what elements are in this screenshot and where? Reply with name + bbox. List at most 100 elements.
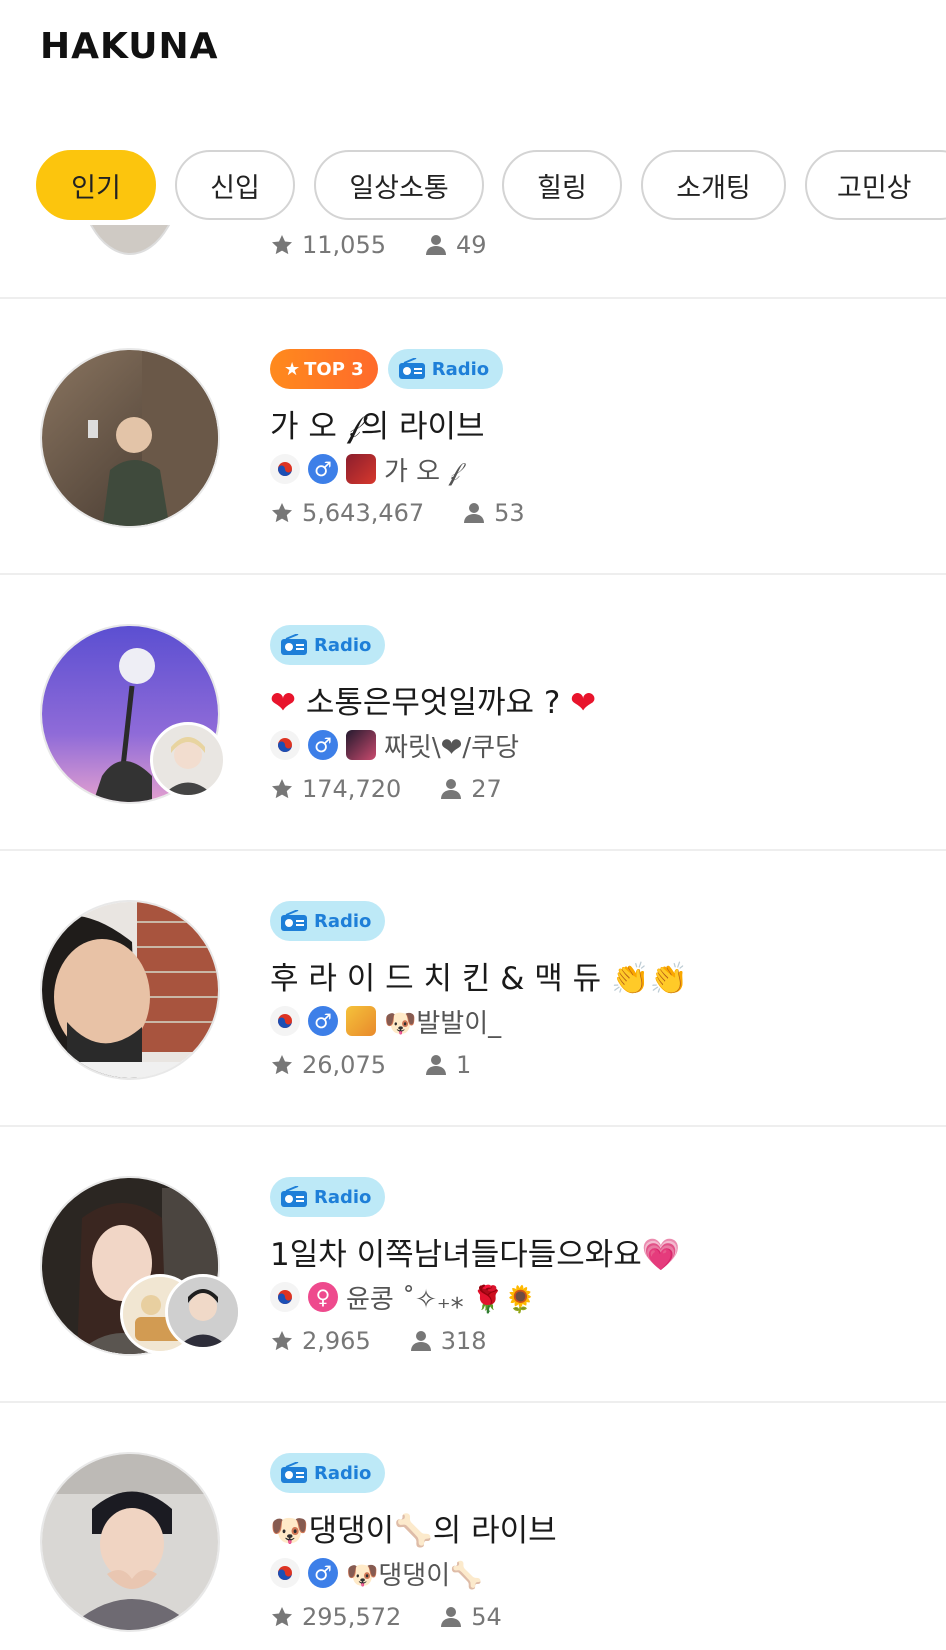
host-row: ♂ 짜릿\❤/쿠당 [270, 727, 519, 763]
level-badge-icon [346, 1006, 376, 1036]
app-root: HAKUNA 인기 신입 일상소통 힐링 소개팅 고민상 11,055 49 ★… [0, 0, 946, 1650]
radio-badge: Radio [270, 1177, 386, 1217]
stats-row: 295,572 54 [270, 1603, 502, 1631]
star-count: 2,965 [302, 1327, 371, 1355]
app-logo[interactable]: HAKUNA [40, 26, 218, 67]
male-icon: ♂ [308, 454, 338, 484]
person-icon [441, 779, 462, 799]
avatar [40, 1452, 220, 1632]
guest-avatar [150, 722, 226, 798]
broadcast-title: 1일차 이쪽남녀들다들으와요💗 [270, 1237, 681, 1273]
list-item[interactable]: Radio 1일차 이쪽남녀들다들으와요💗 ♀ 윤콩 ˚✧₊⁎ 🌹🌻 2,965… [0, 1129, 946, 1403]
male-icon: ♂ [308, 1558, 338, 1588]
heart-icon: ❤ [270, 685, 296, 721]
badges: Radio [270, 1177, 386, 1217]
person-icon [464, 503, 485, 523]
guest-avatar [165, 1274, 241, 1350]
radio-icon [281, 1462, 307, 1483]
host-name: 짜릿\❤/쿠당 [384, 732, 519, 763]
live-list: 11,055 49 ★ TOP 3 Radio 가 오 𝒻의 라이브 ♂ 가 오… [0, 225, 946, 1650]
female-icon: ♀ [308, 1282, 338, 1312]
viewer-count: 53 [494, 499, 525, 527]
broadcast-title: 🐶댕댕이🦴의 라이브 [270, 1513, 557, 1549]
viewer-count: 318 [440, 1327, 487, 1355]
host-name: 윤콩 ˚✧₊⁎ 🌹🌻 [346, 1284, 537, 1315]
star-icon [272, 1607, 292, 1627]
stats-row: 5,643,467 53 [270, 499, 525, 527]
star-count: 5,643,467 [302, 499, 425, 527]
host-row: ♂ 🐶발발이_ [270, 1003, 501, 1039]
radio-badge: Radio [270, 901, 386, 941]
category-tabs: 인기 신입 일상소통 힐링 소개팅 고민상 [0, 150, 946, 222]
korea-flag-icon [270, 1006, 300, 1036]
host-row: ♂ 가 오 𝒻 [270, 451, 460, 487]
avatar [40, 900, 220, 1080]
avatar [75, 225, 185, 255]
korea-flag-icon [270, 1282, 300, 1312]
star-count: 26,075 [302, 1051, 386, 1079]
radio-badge: Radio [387, 349, 504, 389]
radio-badge: Radio [270, 1453, 386, 1493]
star-count: 295,572 [302, 1603, 402, 1631]
list-item[interactable]: Radio ❤ 소통은무엇일까요 ? ❤ ♂ 짜릿\❤/쿠당 174,720 2… [0, 577, 946, 851]
person-icon [425, 1055, 446, 1075]
app-header: HAKUNA [0, 0, 946, 125]
tab-new[interactable]: 신입 [175, 150, 295, 220]
list-item[interactable]: 11,055 49 [0, 225, 946, 299]
host-name: 가 오 𝒻 [384, 456, 460, 487]
stats-row: 26,075 1 [270, 1051, 471, 1079]
host-row: ♀ 윤콩 ˚✧₊⁎ 🌹🌻 [270, 1279, 537, 1315]
badges: Radio [270, 901, 386, 941]
level-badge-icon [346, 730, 376, 760]
tab-worry[interactable]: 고민상 [805, 150, 946, 220]
viewer-count: 49 [455, 231, 487, 259]
host-name: 🐶댕댕이🦴 [346, 1560, 483, 1591]
tab-healing[interactable]: 힐링 [502, 150, 622, 220]
badges: Radio [270, 1453, 386, 1493]
host-row: ♂ 🐶댕댕이🦴 [270, 1555, 483, 1591]
broadcast-title: ❤ 소통은무엇일까요 ? ❤ [270, 685, 597, 721]
star-icon: ★ [284, 358, 301, 380]
star-icon [272, 779, 292, 799]
viewer-count: 1 [455, 1051, 472, 1079]
viewer-count: 27 [471, 775, 502, 803]
badges: ★ TOP 3 Radio [270, 349, 504, 389]
avatar [40, 348, 220, 528]
radio-badge: Radio [270, 625, 386, 665]
viewer-count: 54 [471, 1603, 502, 1631]
tab-daily-talk[interactable]: 일상소통 [314, 150, 484, 220]
person-icon [410, 1331, 431, 1351]
radio-icon [398, 358, 425, 379]
level-badge-icon [346, 454, 376, 484]
radio-icon [281, 634, 307, 655]
star-icon [272, 1055, 292, 1075]
star-count: 11,055 [302, 231, 386, 259]
tab-popular[interactable]: 인기 [36, 150, 156, 220]
korea-flag-icon [270, 730, 300, 760]
top-badge: ★ TOP 3 [270, 349, 378, 389]
korea-flag-icon [270, 1558, 300, 1588]
star-icon [272, 1331, 292, 1351]
list-item[interactable]: Radio 🐶댕댕이🦴의 라이브 ♂ 🐶댕댕이🦴 295,572 54 [0, 1405, 946, 1650]
star-count: 174,720 [302, 775, 402, 803]
stats-row: 174,720 27 [270, 775, 502, 803]
star-icon [272, 235, 292, 255]
heart-icon: ❤ [570, 685, 597, 721]
stats-row: 11,055 49 [270, 231, 487, 259]
broadcast-title: 후 라 이 드 치 킨 & 맥 듀 👏👏 [270, 961, 689, 997]
radio-icon [281, 1186, 307, 1207]
radio-icon [281, 910, 307, 931]
male-icon: ♂ [308, 1006, 338, 1036]
host-name: 🐶발발이_ [384, 1008, 502, 1039]
person-icon [425, 235, 446, 255]
star-icon [272, 503, 292, 523]
stats-row: 2,965 318 [270, 1327, 487, 1355]
korea-flag-icon [270, 454, 300, 484]
list-item[interactable]: ★ TOP 3 Radio 가 오 𝒻의 라이브 ♂ 가 오 𝒻 5,643,4… [0, 301, 946, 575]
tab-blind-date[interactable]: 소개팅 [641, 150, 786, 220]
badges: Radio [270, 625, 386, 665]
broadcast-title: 가 오 𝒻의 라이브 [270, 409, 485, 445]
male-icon: ♂ [308, 730, 338, 760]
person-icon [441, 1607, 462, 1627]
list-item[interactable]: Radio 후 라 이 드 치 킨 & 맥 듀 👏👏 ♂ 🐶발발이_ 26,07… [0, 853, 946, 1127]
